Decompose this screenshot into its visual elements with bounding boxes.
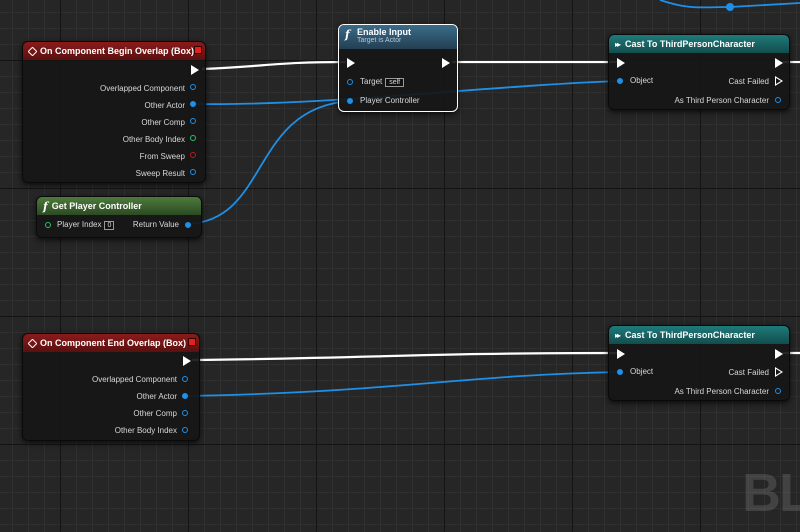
cast-header: ▸▸ Cast To ThirdPersonCharacter (609, 326, 789, 344)
exec-in-pin[interactable] (617, 349, 625, 359)
end-overlap-event-node[interactable]: On Component End Overlap (Box) Overlappe… (22, 333, 200, 441)
player-controller-pin[interactable] (347, 98, 353, 104)
overlapped-component-pin[interactable] (190, 84, 196, 90)
end-overlap-title: On Component End Overlap (Box) (40, 338, 187, 348)
target-row: Target self (360, 77, 405, 87)
enable-input-title: Enable Input (357, 27, 411, 37)
as-character-pin[interactable] (775, 388, 781, 394)
exec-out-pin[interactable] (183, 356, 191, 366)
exec-out-pin[interactable] (191, 65, 199, 75)
overlapped-component-pin[interactable] (182, 376, 188, 382)
object-label: Object (630, 367, 654, 376)
enable-input-header: f Enable Input Target is Actor (339, 25, 457, 49)
pin-label-from-sweep: From Sweep (139, 152, 185, 161)
other-comp-pin[interactable] (190, 118, 196, 124)
player-index-pin[interactable] (45, 222, 51, 228)
exec-in-pin[interactable] (617, 58, 625, 68)
event-icon (27, 46, 38, 56)
get-player-controller-header: f Get Player Controller (37, 197, 201, 215)
object-pin[interactable] (617, 369, 623, 375)
cast-icon: ▸▸ (615, 330, 621, 340)
begin-overlap-header: On Component Begin Overlap (Box) (23, 42, 205, 60)
blueprint-watermark: BL (742, 463, 800, 523)
exec-wire-end-to-cast (191, 351, 618, 362)
enable-input-subtitle: Target is Actor (357, 37, 402, 44)
player-index-label: Player Index (57, 220, 102, 229)
cast-failed-label: Cast Failed (728, 368, 769, 377)
player-index-field[interactable]: 0 (104, 221, 115, 230)
player-controller-label: Player Controller (360, 96, 420, 105)
pin-label-other-comp: Other Comp (133, 409, 177, 418)
get-player-controller-node[interactable]: f Get Player Controller Player Index 0 Re… (36, 196, 202, 238)
cast-node-bottom[interactable]: ▸▸ Cast To ThirdPersonCharacter Object C… (608, 325, 790, 401)
event-icon (27, 338, 38, 348)
as-character-pin[interactable] (775, 97, 781, 103)
as-character-label: As Third Person Character (674, 96, 769, 105)
cast-failed-label: Cast Failed (728, 77, 769, 86)
other-actor-pin[interactable] (182, 393, 188, 399)
target-pin[interactable] (347, 79, 353, 85)
pin-label-sweep-result: Sweep Result (135, 169, 185, 178)
begin-overlap-title: On Component Begin Overlap (Box) (40, 46, 195, 56)
pin-label-overlapped-component: Overlapped Component (100, 84, 185, 93)
return-value-pin[interactable] (185, 222, 191, 228)
pin-label-overlapped-component: Overlapped Component (92, 375, 177, 384)
return-value-label: Return Value (132, 220, 179, 229)
enable-input-node[interactable]: f Enable Input Target is Actor Target sel… (338, 24, 458, 112)
begin-overlap-event-node[interactable]: On Component Begin Overlap (Box) Overlap… (22, 41, 206, 183)
sweep-result-pin[interactable] (190, 169, 196, 175)
pin-label-other-body-index: Other Body Index (122, 135, 185, 144)
cast-header: ▸▸ Cast To ThirdPersonCharacter (609, 35, 789, 53)
wire-end-other-actor-to-object (185, 371, 621, 397)
get-player-controller-title: Get Player Controller (51, 201, 142, 211)
from-sweep-pin[interactable] (190, 152, 196, 158)
reroute-knot (726, 3, 734, 11)
exec-in-pin[interactable] (347, 58, 355, 68)
other-actor-pin[interactable] (190, 101, 196, 107)
cast-icon: ▸▸ (615, 39, 621, 49)
pin-label-other-actor: Other Actor (136, 392, 177, 401)
delegate-pin-icon[interactable] (188, 338, 196, 346)
cast-title: Cast To ThirdPersonCharacter (625, 330, 755, 340)
cast-failed-exec-pin[interactable] (775, 367, 783, 377)
exec-out-pin[interactable] (442, 58, 450, 68)
pin-label-other-body-index: Other Body Index (114, 426, 177, 435)
target-label: Target (360, 77, 383, 86)
function-icon: f (43, 199, 48, 213)
wire-return-to-player-controller (187, 100, 351, 225)
exec-out-pin[interactable] (775, 58, 783, 68)
other-body-index-pin[interactable] (182, 427, 188, 433)
other-comp-pin[interactable] (182, 410, 188, 416)
object-pin[interactable] (617, 78, 623, 84)
cast-node-top[interactable]: ▸▸ Cast To ThirdPersonCharacter Object C… (608, 34, 790, 110)
end-overlap-header: On Component End Overlap (Box) (23, 334, 199, 352)
target-default-field[interactable]: self (385, 78, 405, 87)
cast-failed-exec-pin[interactable] (775, 76, 783, 86)
function-icon: f (345, 28, 350, 41)
delegate-pin-icon[interactable] (194, 46, 202, 54)
exec-out-pin[interactable] (775, 349, 783, 359)
pin-label-other-comp: Other Comp (141, 118, 185, 127)
other-body-index-pin[interactable] (190, 135, 196, 141)
player-index-row: Player Index 0 (57, 220, 115, 230)
object-label: Object (630, 76, 654, 85)
as-character-label: As Third Person Character (674, 387, 769, 396)
pin-label-other-actor: Other Actor (144, 101, 185, 110)
cast-title: Cast To ThirdPersonCharacter (625, 39, 755, 49)
exec-wire-begin-to-enable (201, 60, 347, 71)
